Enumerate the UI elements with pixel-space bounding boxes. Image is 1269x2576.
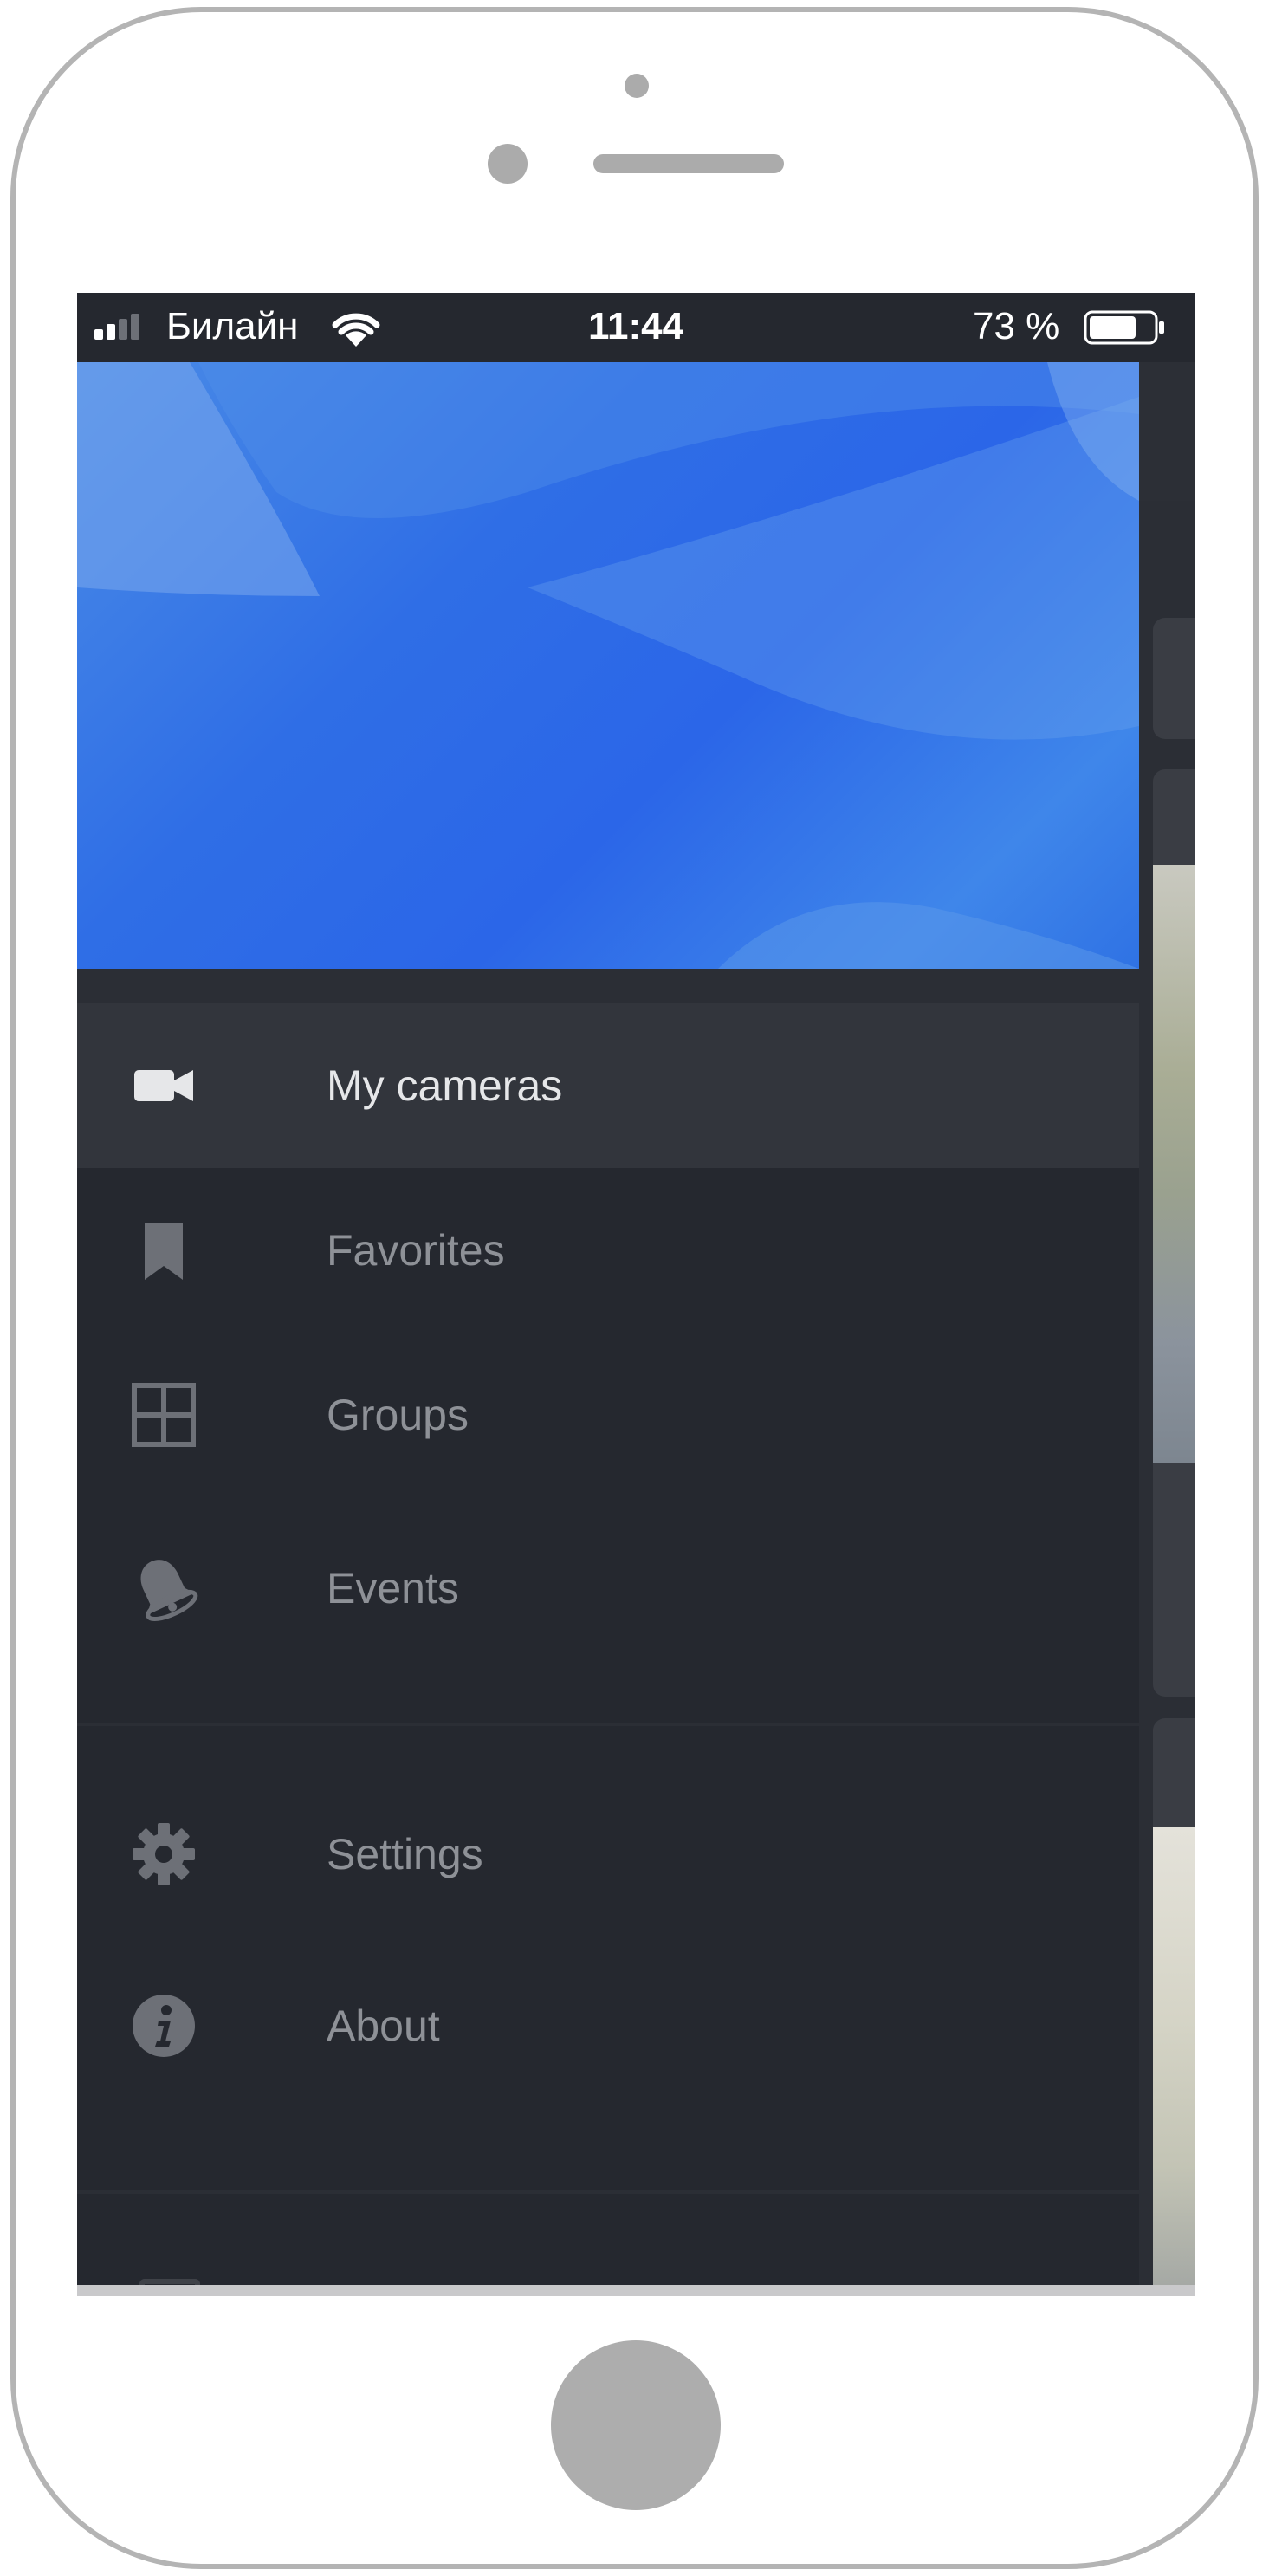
menu-item-settings[interactable]: Settings — [77, 1772, 1139, 1937]
bookmark-icon — [145, 1223, 183, 1280]
menu-item-my-cameras[interactable]: My cameras — [77, 1003, 1139, 1168]
background-camera-thumbnail — [1153, 865, 1195, 1463]
menu-item-label: About — [327, 2002, 440, 2050]
menu-item-favorites[interactable]: Favorites — [77, 1168, 1139, 1333]
screen-bottom-edge — [77, 2285, 1195, 2296]
menu-item-label: Settings — [327, 1830, 483, 1878]
navigation-drawer: My cameras Favorites Groups Events Setti… — [77, 362, 1139, 2296]
menu-item-label: Groups — [327, 1391, 469, 1439]
gear-icon — [133, 1823, 195, 1885]
menu-item-about[interactable]: About — [77, 1943, 1139, 2108]
menu-item-events[interactable]: Events — [77, 1506, 1139, 1671]
bell-icon — [140, 1560, 198, 1622]
app-screen: Билайн 11:44 73 % My cameras Favorites G… — [77, 293, 1195, 2296]
section-divider — [77, 1723, 1139, 1726]
earpiece-speaker — [593, 154, 784, 173]
background-search-bar — [1153, 618, 1195, 739]
background-camera-thumbnail — [1153, 1827, 1195, 2296]
menu-item-groups[interactable]: Groups — [77, 1333, 1139, 1497]
video-camera-icon — [134, 1070, 193, 1101]
battery-icon — [1084, 310, 1164, 345]
section-divider — [77, 2190, 1139, 2194]
menu-item-label: My cameras — [327, 1061, 563, 1110]
menu-item-label: Favorites — [327, 1226, 505, 1275]
grid-icon — [132, 1383, 196, 1447]
menu-item-label: Events — [327, 1564, 459, 1612]
background-toolbar — [1139, 362, 1195, 501]
home-button[interactable] — [551, 2340, 721, 2510]
battery-percent: 73 % — [973, 305, 1060, 347]
front-camera — [625, 74, 649, 98]
status-bar: Билайн 11:44 73 % — [77, 293, 1195, 362]
drawer-header-image — [77, 362, 1139, 969]
proximity-sensor — [488, 144, 528, 184]
header-spacer — [77, 969, 1139, 1003]
background-camera-list — [1139, 362, 1195, 2296]
info-icon — [133, 1995, 195, 2057]
